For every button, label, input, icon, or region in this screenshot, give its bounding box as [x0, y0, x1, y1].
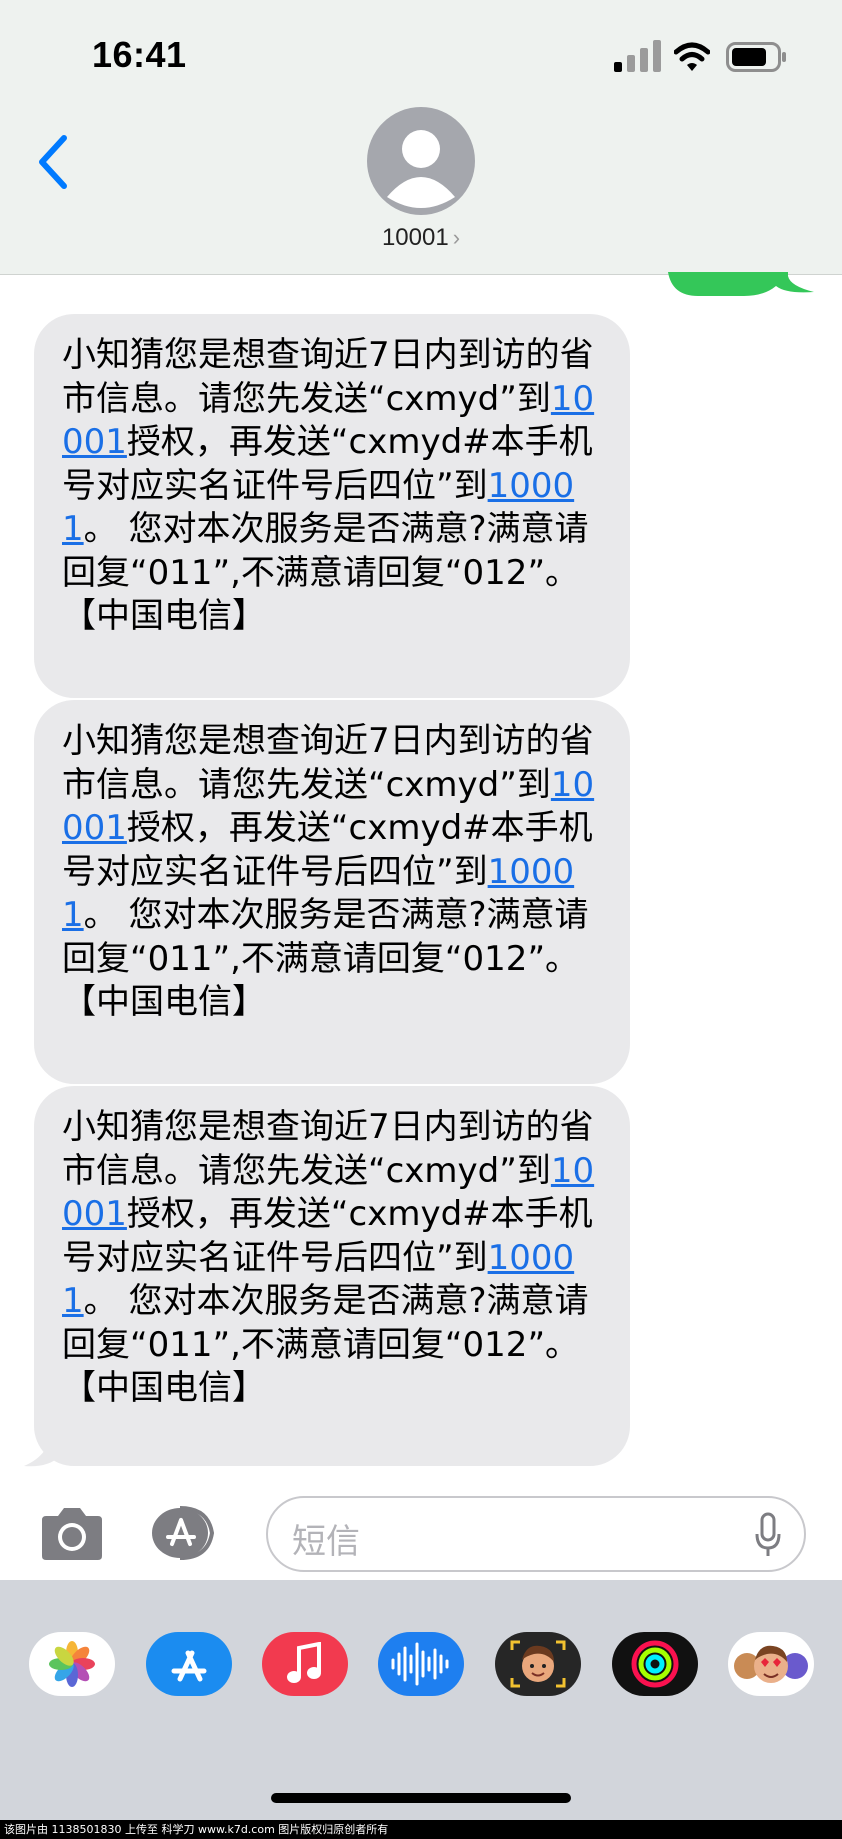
sent-bubble-partial — [668, 272, 814, 296]
message-text: 小知猜您是想查询近7日内到访的省市信息。请您先发送“cxmyd”到10001授权… — [62, 334, 604, 639]
message-bubble-received[interactable]: 小知猜您是想查询近7日内到访的省市信息。请您先发送“cxmyd”到10001授权… — [34, 314, 630, 698]
photos-icon[interactable] — [29, 1632, 115, 1696]
status-time: 16:41 — [92, 34, 187, 75]
message-text-part: 。 您对本次服务是否满意?满意请回复“011”,不满意请回复“012”。【中国电… — [62, 895, 589, 1022]
music-icon[interactable] — [262, 1632, 348, 1696]
message-text-part: 。 您对本次服务是否满意?满意请回复“011”,不满意请回复“012”。【中国电… — [62, 1281, 589, 1408]
message-bubble-received[interactable]: 小知猜您是想查询近7日内到访的省市信息。请您先发送“cxmyd”到10001授权… — [34, 700, 630, 1084]
message-text-part: 小知猜您是想查询近7日内到访的省市信息。请您先发送“cxmyd”到 — [62, 1107, 594, 1191]
message-text-part: 小知猜您是想查询近7日内到访的省市信息。请您先发送“cxmyd”到 — [62, 721, 594, 805]
app-store-glyph-icon — [171, 1650, 207, 1682]
message-input[interactable]: 短信 — [266, 1496, 806, 1572]
app-store-icon[interactable] — [146, 1632, 232, 1696]
contact-name[interactable]: 10001 › — [321, 224, 521, 252]
bubble-tail — [24, 1428, 60, 1467]
back-chevron-icon[interactable] — [30, 132, 74, 192]
wifi-icon — [674, 42, 710, 71]
contact-avatar-icon[interactable] — [367, 107, 475, 215]
message-bubble-received[interactable]: 小知猜您是想查询近7日内到访的省市信息。请您先发送“cxmyd”到10001授权… — [34, 1086, 630, 1466]
microphone-icon[interactable] — [754, 1512, 782, 1558]
message-text: 小知猜您是想查询近7日内到访的省市信息。请您先发送“cxmyd”到10001授权… — [62, 720, 604, 1025]
chevron-right-icon: › — [452, 225, 461, 250]
message-text-part: 。 您对本次服务是否满意?满意请回复“011”,不满意请回复“012”。【中国电… — [62, 509, 589, 636]
imessage-app-drawer — [0, 1580, 842, 1820]
message-input-placeholder: 短信 — [292, 1522, 360, 1562]
photos-flower-icon — [49, 1641, 95, 1687]
memoji-stickers-icon[interactable] — [728, 1632, 814, 1696]
waveform-icon — [391, 1642, 449, 1686]
memoji-face-icon — [510, 1640, 566, 1688]
home-indicator[interactable] — [271, 1793, 571, 1803]
contact-number: 10001 — [381, 224, 449, 251]
music-note-icon — [287, 1642, 321, 1683]
audio-message-icon[interactable] — [378, 1632, 464, 1696]
memoji-camera-icon[interactable] — [495, 1632, 581, 1696]
app-store-apps-icon[interactable] — [150, 1506, 230, 1560]
watermark-text: 该图片由 1138501830 上传至 科学刀 www.k7d.com 图片版权… — [0, 1820, 842, 1839]
memoji-stickers-glyph-icon — [734, 1645, 808, 1683]
battery-icon — [726, 42, 786, 72]
conversation-header: 16:41 10001 › — [0, 0, 842, 275]
camera-icon[interactable] — [38, 1506, 106, 1562]
message-text: 小知猜您是想查询近7日内到访的省市信息。请您先发送“cxmyd”到10001授权… — [62, 1106, 604, 1411]
activity-rings-icon — [631, 1640, 679, 1688]
message-text-part: 小知猜您是想查询近7日内到访的省市信息。请您先发送“cxmyd”到 — [62, 335, 594, 419]
status-icons — [614, 40, 790, 76]
fitness-icon[interactable] — [612, 1632, 698, 1696]
cellular-signal-icon — [614, 40, 661, 72]
